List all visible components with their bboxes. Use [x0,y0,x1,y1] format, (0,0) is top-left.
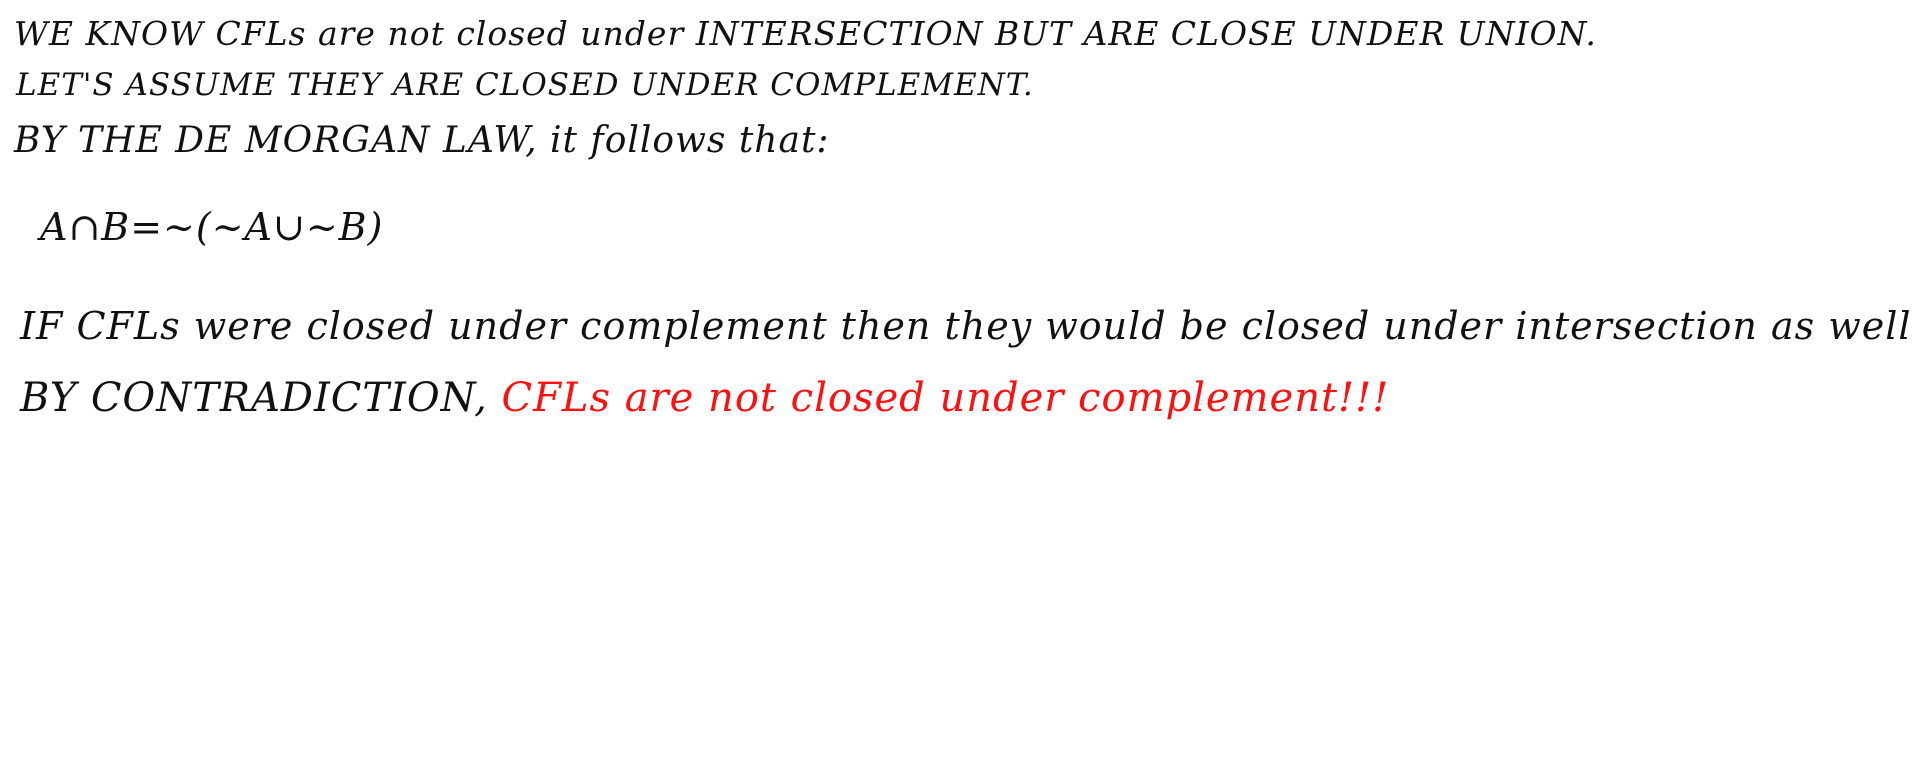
note-line-6: BY CONTRADICTION, CFLs are not closed un… [20,375,1389,421]
note-line-2: LET'S ASSUME THEY ARE CLOSED UNDER COMPL… [16,67,1034,103]
note-line-3: BY THE DE MORGAN LAW, it follows that: [14,120,830,161]
note-formula: A∩B=~(~A∪~B) [40,205,384,249]
note-line-5: IF CFLs were closed under complement the… [20,304,1914,348]
handwritten-note-canvas: WE KNOW CFLs are not closed under INTERS… [0,0,1914,767]
note-line-6-prefix: BY CONTRADICTION, [20,375,488,421]
note-conclusion: CFLs are not closed under complement!!! [501,375,1390,421]
note-line-1: WE KNOW CFLs are not closed under INTERS… [14,14,1597,53]
